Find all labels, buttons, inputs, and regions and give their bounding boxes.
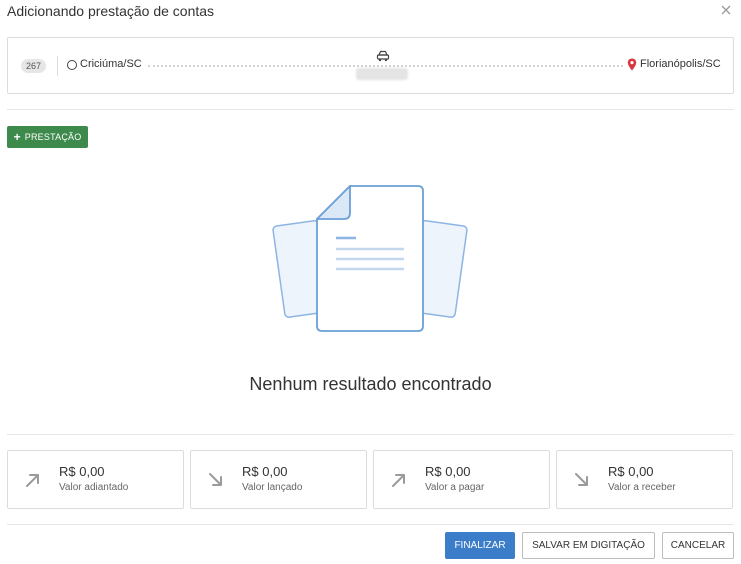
arrow-up-right-icon: [26, 474, 39, 487]
destination-label: Florianópolis/SC: [640, 58, 721, 70]
summary-amount: R$ 0,00: [242, 464, 288, 479]
map-pin-icon: [627, 58, 637, 71]
empty-documents-illustration: [272, 185, 468, 332]
summary-caption: Valor adiantado: [59, 482, 129, 493]
summary-amount: R$ 0,00: [59, 464, 105, 479]
origin-label: Criciúma/SC: [80, 58, 142, 70]
summary-card-receivable: R$ 0,00 Valor a receber: [556, 450, 733, 509]
summary-caption: Valor lançado: [242, 482, 303, 493]
trip-number-badge: 267: [21, 59, 47, 73]
summary-card-advanced: R$ 0,00 Valor adiantado: [7, 450, 184, 509]
cancel-button[interactable]: CANCELAR: [662, 532, 734, 559]
origin-circle-icon: [67, 60, 77, 70]
arrow-down-right-icon: [209, 473, 222, 486]
close-button[interactable]: [719, 3, 733, 17]
car-icon: [376, 50, 390, 62]
summary-amount: R$ 0,00: [425, 464, 471, 479]
divider: [7, 524, 734, 525]
modal-title: Adicionando prestação de contas: [7, 3, 215, 19]
add-prestacao-button[interactable]: + PRESTAÇÃO: [7, 126, 88, 148]
summary-card-posted: R$ 0,00 Valor lançado: [190, 450, 367, 509]
summary-card-payable: R$ 0,00 Valor a pagar: [373, 450, 550, 509]
summary-caption: Valor a pagar: [425, 482, 485, 493]
summary-amount: R$ 0,00: [608, 464, 654, 479]
empty-state-message: Nenhum resultado encontrado: [249, 374, 492, 394]
close-icon: [721, 5, 731, 15]
divider: [7, 434, 734, 435]
plus-icon: +: [13, 130, 21, 144]
route-card: 267 Criciúma/SC Florianópolis/SC: [7, 37, 734, 94]
finalize-button[interactable]: FINALIZAR: [445, 532, 515, 559]
route-line: [148, 65, 623, 67]
arrow-up-right-icon: [392, 474, 405, 487]
vehicle-plate-blurred: [356, 68, 408, 80]
save-draft-button[interactable]: SALVAR EM DIGITAÇÃO: [522, 532, 655, 559]
arrow-down-right-icon: [575, 473, 588, 486]
summary-caption: Valor a receber: [608, 482, 676, 493]
route-separator: [57, 56, 58, 76]
divider: [7, 109, 734, 110]
add-prestacao-label: PRESTAÇÃO: [24, 132, 82, 142]
